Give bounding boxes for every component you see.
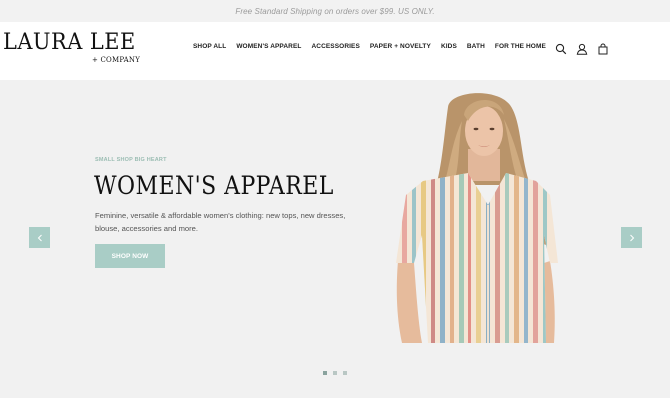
nav-paper-novelty[interactable]: PAPER + NOVELTY xyxy=(370,43,431,50)
slider-next-button[interactable] xyxy=(621,227,642,248)
nav-womens-apparel[interactable]: WOMEN'S APPAREL xyxy=(236,43,301,50)
slider-dot[interactable] xyxy=(343,371,347,375)
site-header: LAURA LEE + COMPANY SHOP ALL WOMEN'S APP… xyxy=(0,22,670,80)
nav-accessories[interactable]: ACCESSORIES xyxy=(311,43,359,50)
announcement-bar: Free Standard Shipping on orders over $9… xyxy=(0,0,670,22)
slider-dot[interactable] xyxy=(333,371,337,375)
hero-description: Feminine, versatile & affordable women's… xyxy=(95,211,346,233)
announcement-text: Free Standard Shipping on orders over $9… xyxy=(235,6,435,16)
slider-prev-button[interactable] xyxy=(29,227,50,248)
hero-headline: WOMEN'S APPAREL xyxy=(94,171,334,200)
hero-slider: SMALL SHOP BIG HEART WOMEN'S APPAREL Fem… xyxy=(0,80,670,398)
slider-dots xyxy=(323,371,347,375)
chevron-left-icon xyxy=(37,234,42,241)
brand-sub: + COMPANY xyxy=(92,56,141,64)
account-icon[interactable] xyxy=(576,42,588,55)
hero-model-image xyxy=(396,93,558,343)
main-nav: SHOP ALL WOMEN'S APPAREL ACCESSORIES PAP… xyxy=(193,43,556,50)
cart-icon[interactable] xyxy=(597,42,609,55)
nav-kids[interactable]: KIDS xyxy=(441,43,457,50)
nav-shop-all[interactable]: SHOP ALL xyxy=(193,43,226,50)
brand-name: LAURA LEE xyxy=(3,30,136,55)
page-bottom-spacer xyxy=(0,398,670,409)
header-icons xyxy=(555,42,609,55)
chevron-right-icon xyxy=(629,234,634,241)
hero-eyebrow: SMALL SHOP BIG HEART xyxy=(95,157,167,163)
slider-dot[interactable] xyxy=(323,371,327,375)
brand-logo[interactable]: LAURA LEE + COMPANY xyxy=(3,30,143,74)
search-icon[interactable] xyxy=(555,42,567,55)
nav-for-the-home[interactable]: FOR THE HOME xyxy=(495,43,546,50)
nav-bath[interactable]: BATH xyxy=(467,43,485,50)
shop-now-button[interactable]: SHOP NOW xyxy=(95,244,165,268)
